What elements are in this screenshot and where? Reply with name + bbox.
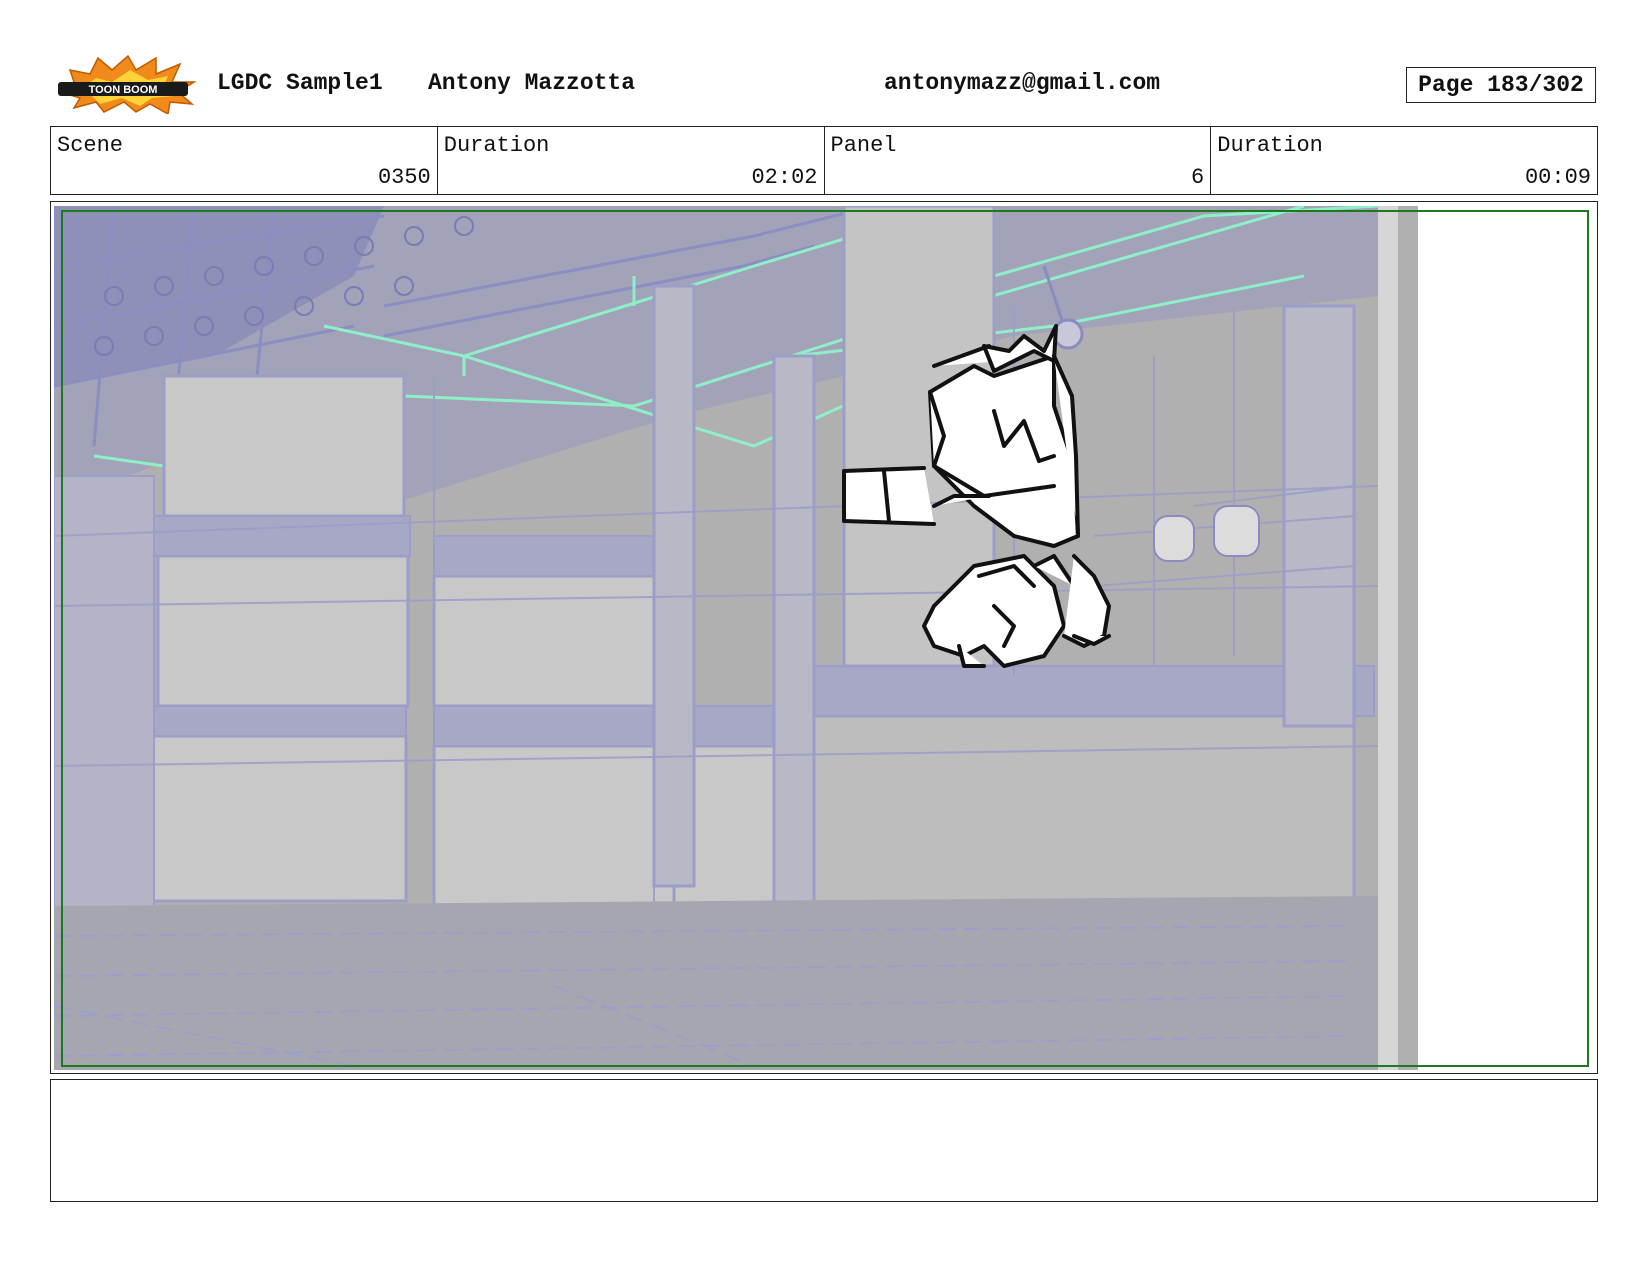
panel-duration-label: Duration [1217, 133, 1323, 158]
scene-duration-label: Duration [443, 133, 550, 158]
author-name: Antony Mazzotta [428, 70, 636, 96]
author-email: antonymazz@gmail.com [884, 70, 1161, 96]
panel-label: Panel [830, 133, 897, 158]
panel-cell: Panel 6 [825, 127, 1212, 194]
page-indicator: Page 183/302 [1406, 67, 1596, 103]
panel-value: 6 [1191, 165, 1205, 190]
toon-boom-logo: TOON BOOM [58, 54, 197, 114]
scene-cell: Scene 0350 [51, 127, 438, 194]
panel-duration-value: 00:09 [1524, 165, 1591, 190]
shot-info-table: Scene 0350 Duration 02:02 Panel 6 Durati… [50, 126, 1598, 195]
logo-text: TOON BOOM [89, 84, 158, 96]
scene-label: Scene [57, 133, 124, 158]
scene-duration-value: 02:02 [751, 165, 818, 190]
scene-value: 0350 [377, 165, 431, 190]
project-name: LGDC Sample1 [217, 70, 383, 96]
panel-caption-box [50, 1079, 1598, 1202]
panel-duration-cell: Duration 00:09 [1211, 127, 1597, 194]
scene-duration-cell: Duration 02:02 [438, 127, 825, 194]
safe-area-frame [61, 210, 1589, 1067]
